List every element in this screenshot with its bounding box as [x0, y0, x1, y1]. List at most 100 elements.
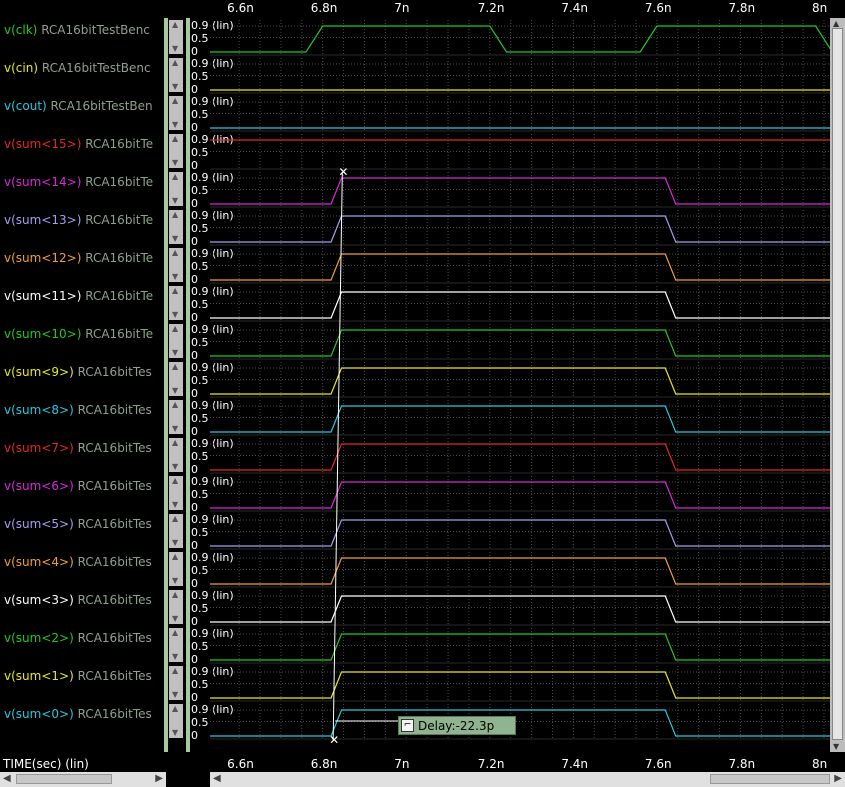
row-scroll-handle[interactable]: ▲ ▼: [169, 476, 183, 510]
row-down-icon[interactable]: ▼: [172, 463, 178, 471]
row-down-icon[interactable]: ▼: [172, 577, 178, 585]
y-tick-label: 0: [191, 539, 198, 552]
scroll-down-icon[interactable]: ▼: [833, 742, 839, 751]
row-up-icon[interactable]: ▲: [172, 515, 178, 523]
y-tick-label: 0.5: [191, 564, 209, 577]
signal-name[interactable]: v(sum<9>) RCA16bitTes: [4, 365, 152, 379]
signal-name[interactable]: v(cout) RCA16bitTestBen: [4, 99, 153, 113]
row-scroll-handle[interactable]: ▲ ▼: [169, 362, 183, 396]
row-up-icon[interactable]: ▲: [172, 325, 178, 333]
row-down-icon[interactable]: ▼: [172, 615, 178, 623]
row-up-icon[interactable]: ▲: [172, 211, 178, 219]
row-up-icon[interactable]: ▲: [172, 59, 178, 67]
time-scroll-left-icon[interactable]: ◀: [213, 773, 221, 784]
y-tick-label: 0: [191, 387, 198, 400]
row-scroll-handle[interactable]: ▲ ▼: [169, 96, 183, 130]
row-up-icon[interactable]: ▲: [172, 629, 178, 637]
top-tick-label: 7.8n: [728, 1, 756, 15]
row-scroll-handle[interactable]: ▲ ▼: [169, 514, 183, 548]
signal-name[interactable]: v(sum<2>) RCA16bitTes: [4, 631, 152, 645]
row-scroll-handle[interactable]: ▲ ▼: [169, 704, 183, 738]
row-down-icon[interactable]: ▼: [172, 159, 178, 167]
scroll-left-icon[interactable]: ◀: [3, 773, 11, 784]
signal-name[interactable]: v(sum<6>) RCA16bitTes: [4, 479, 152, 493]
row-down-icon[interactable]: ▼: [172, 45, 178, 53]
row-up-icon[interactable]: ▲: [172, 135, 178, 143]
row-scroll-handle[interactable]: ▲ ▼: [169, 666, 183, 700]
row-up-icon[interactable]: ▲: [172, 287, 178, 295]
row-scroll-handle[interactable]: ▲ ▼: [169, 628, 183, 662]
row-down-icon[interactable]: ▼: [172, 235, 178, 243]
row-up-icon[interactable]: ▲: [172, 21, 178, 29]
row-scroll-handle[interactable]: ▲ ▼: [169, 58, 183, 92]
row-down-icon[interactable]: ▼: [172, 539, 178, 547]
row-scroll-handle[interactable]: ▲ ▼: [169, 552, 183, 586]
row-down-icon[interactable]: ▼: [172, 83, 178, 91]
signal-name[interactable]: v(sum<1>) RCA16bitTes: [4, 669, 152, 683]
row-up-icon[interactable]: ▲: [172, 477, 178, 485]
signal-name[interactable]: v(sum<15>) RCA16bitTe: [4, 137, 153, 151]
names-horizontal-scrollbar[interactable]: ◀ ▶: [0, 772, 166, 787]
signal-name[interactable]: v(sum<7>) RCA16bitTes: [4, 441, 152, 455]
row-scroll-handle[interactable]: ▲ ▼: [169, 438, 183, 472]
signal-label: v(sum<2>): [4, 631, 74, 645]
signal-name[interactable]: v(sum<4>) RCA16bitTes: [4, 555, 152, 569]
row-up-icon[interactable]: ▲: [172, 97, 178, 105]
scroll-up-icon[interactable]: ▲: [833, 19, 839, 28]
row-up-icon[interactable]: ▲: [172, 705, 178, 713]
row-scroll-handle[interactable]: ▲ ▼: [169, 400, 183, 434]
row-scroll-handle[interactable]: ▲ ▼: [169, 172, 183, 206]
y-tick-label: 0.5: [191, 108, 209, 121]
signal-name[interactable]: v(sum<0>) RCA16bitTes: [4, 707, 152, 721]
names-scroll-thumb[interactable]: [16, 774, 112, 784]
row-down-icon[interactable]: ▼: [172, 197, 178, 205]
signal-name[interactable]: v(sum<8>) RCA16bitTes: [4, 403, 152, 417]
row-scroll-handle[interactable]: ▲ ▼: [169, 210, 183, 244]
signal-name[interactable]: v(sum<10>) RCA16bitTe: [4, 327, 153, 341]
delay-measurement-label[interactable]: ⌐ Delay:-22.3p: [398, 716, 516, 735]
y-tick-label: 0: [191, 463, 198, 476]
signal-name[interactable]: v(clk) RCA16bitTestBenc: [4, 23, 150, 37]
row-scroll-handle[interactable]: ▲ ▼: [169, 324, 183, 358]
row-scroll-handle[interactable]: ▲ ▼: [169, 134, 183, 168]
row-down-icon[interactable]: ▼: [172, 729, 178, 737]
signal-name[interactable]: v(sum<12>) RCA16bitTe: [4, 251, 153, 265]
row-scroll-handle[interactable]: ▲ ▼: [169, 248, 183, 282]
time-horizontal-scrollbar[interactable]: ◀ ▶: [210, 772, 845, 787]
row-down-icon[interactable]: ▼: [172, 691, 178, 699]
row-up-icon[interactable]: ▲: [172, 249, 178, 257]
scroll-right-icon[interactable]: ▶: [155, 773, 163, 784]
row-down-icon[interactable]: ▼: [172, 501, 178, 509]
row-up-icon[interactable]: ▲: [172, 439, 178, 447]
row-up-icon[interactable]: ▲: [172, 591, 178, 599]
signal-name[interactable]: v(sum<13>) RCA16bitTe: [4, 213, 153, 227]
row-up-icon[interactable]: ▲: [172, 363, 178, 371]
time-scroll-thumb[interactable]: [710, 774, 830, 784]
row-scroll-handle[interactable]: ▲ ▼: [169, 590, 183, 624]
time-scroll-right-icon[interactable]: ▶: [834, 773, 842, 784]
row-scroll-handle[interactable]: ▲ ▼: [169, 20, 183, 54]
row-up-icon[interactable]: ▲: [172, 667, 178, 675]
row-down-icon[interactable]: ▼: [172, 653, 178, 661]
row-down-icon[interactable]: ▼: [172, 387, 178, 395]
row-down-icon[interactable]: ▼: [172, 349, 178, 357]
signal-label: v(sum<1>): [4, 669, 74, 683]
row-scroll-handle[interactable]: ▲ ▼: [169, 286, 183, 320]
vertical-scrollbar[interactable]: ▲ ▼: [830, 18, 845, 752]
signal-name[interactable]: v(sum<5>) RCA16bitTes: [4, 517, 152, 531]
row-down-icon[interactable]: ▼: [172, 273, 178, 281]
y-tick-label: 0.5: [191, 450, 209, 463]
vertical-scroll-thumb[interactable]: [832, 28, 843, 740]
row-down-icon[interactable]: ▼: [172, 425, 178, 433]
row-down-icon[interactable]: ▼: [172, 121, 178, 129]
right-rail: [186, 18, 190, 752]
row-up-icon[interactable]: ▲: [172, 401, 178, 409]
signal-name[interactable]: v(sum<11>) RCA16bitTe: [4, 289, 153, 303]
row-up-icon[interactable]: ▲: [172, 553, 178, 561]
signal-name[interactable]: v(cin) RCA16bitTestBenc: [4, 61, 151, 75]
row-up-icon[interactable]: ▲: [172, 173, 178, 181]
row-down-icon[interactable]: ▼: [172, 311, 178, 319]
signal-name[interactable]: v(sum<14>) RCA16bitTe: [4, 175, 153, 189]
signal-name[interactable]: v(sum<3>) RCA16bitTes: [4, 593, 152, 607]
waveform-plot[interactable]: ✕✕: [210, 18, 830, 752]
